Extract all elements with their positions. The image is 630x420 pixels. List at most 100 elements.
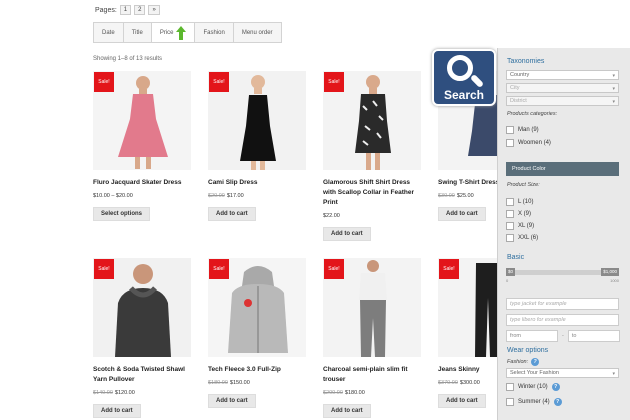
checkbox-label: XXL (6) — [518, 235, 539, 241]
checkbox[interactable] — [506, 398, 514, 406]
current-price: $300.00 — [459, 380, 480, 386]
checkbox-label: L (10) — [518, 199, 534, 205]
size-checkbox-l[interactable]: L (10) — [506, 198, 533, 206]
product-image[interactable]: Sale! — [323, 258, 421, 357]
product-image[interactable]: Sale! — [93, 71, 191, 170]
product-title[interactable]: Fluro Jacquard Skater Dress — [93, 178, 193, 188]
size-checkbox-xxl[interactable]: XXL (6) — [506, 234, 538, 242]
checkbox[interactable] — [506, 198, 514, 206]
product-title[interactable]: Tech Fleece 3.0 Full-Zip — [208, 365, 308, 375]
chevron-down-icon: ▾ — [612, 99, 615, 105]
range-inputs: from - to — [506, 330, 620, 342]
taxonomies-heading: Taxonomies — [507, 58, 545, 65]
select-options-button[interactable]: Select options — [93, 207, 151, 221]
fashion-label-row: Fashion:? — [507, 358, 540, 366]
fashion-select[interactable]: Select Your Fashion ▾ — [506, 368, 619, 378]
current-price: $17.00 — [226, 193, 244, 199]
keyword-input-2[interactable]: type libero for example — [506, 314, 619, 326]
season-checkbox-summer[interactable]: Summer (4)? — [506, 398, 562, 406]
add-to-cart-button[interactable]: Add to cart — [93, 404, 141, 418]
help-icon[interactable]: ? — [553, 398, 562, 406]
old-price: $30.00 — [438, 193, 455, 199]
product-grid: Sale! Fluro Jacquard Skater Dress $10.00… — [93, 71, 503, 420]
fashion-label: Fashion: — [507, 359, 529, 365]
slider-min-handle[interactable]: $0 — [506, 268, 516, 276]
product-title[interactable]: Glamorous Shift Shirt Dress with Scallop… — [323, 178, 423, 208]
select-value: City — [510, 85, 520, 91]
to-input[interactable]: to — [567, 330, 620, 342]
product-title[interactable]: Jeans Skinny — [438, 365, 503, 375]
product-title[interactable]: Swing T-Shirt Dress Wash — [438, 178, 503, 188]
current-price: $10.00 – $20.00 — [93, 193, 133, 199]
sale-badge: Sale! — [324, 259, 344, 279]
chevron-down-icon: ▾ — [612, 73, 615, 79]
sort-tab-fashion[interactable]: Fashion — [195, 23, 234, 42]
product-card: Sale! Scotch & Soda Twisted Shawl Yarn P… — [93, 258, 193, 418]
product-title[interactable]: Cami Slip Dress — [208, 178, 308, 188]
season-checkbox-winter[interactable]: Winter (10)? — [506, 383, 560, 391]
product-color-bar[interactable]: Product Color — [506, 162, 619, 176]
tick-label: 0 — [506, 278, 509, 283]
checkbox[interactable] — [506, 210, 514, 218]
checkbox-label: Summer (4) — [518, 399, 550, 405]
sale-badge: Sale! — [209, 259, 229, 279]
product-price: $10.00 – $20.00 — [93, 193, 193, 199]
next-page-link[interactable]: » — [148, 5, 160, 15]
slider-max-handle[interactable]: $1,000 — [601, 268, 619, 276]
from-input[interactable]: from — [506, 330, 558, 342]
price-slider[interactable]: $0 $1,000 — [506, 268, 619, 276]
sort-tab-label: Title — [131, 29, 143, 36]
sort-tab-menu-order[interactable]: Menu order — [234, 23, 281, 42]
add-to-cart-button[interactable]: Add to cart — [438, 394, 486, 408]
current-price: $25.00 — [456, 193, 474, 199]
select-value: Select Your Fashion — [510, 370, 559, 376]
city-select[interactable]: City ▾ — [506, 83, 619, 93]
add-to-cart-button[interactable]: Add to cart — [323, 404, 371, 418]
product-image[interactable]: Sale! — [208, 71, 306, 170]
size-checkbox-x[interactable]: X (9) — [506, 210, 531, 218]
range-separator: - — [562, 333, 564, 339]
checkbox[interactable] — [506, 234, 514, 242]
page-2-link[interactable]: 2 — [134, 5, 146, 15]
checkbox-label: X (9) — [518, 211, 532, 217]
select-value: District — [510, 98, 527, 104]
pagination-label: Pages: — [95, 6, 117, 14]
product-price: $180.00 $150.00 — [208, 380, 308, 386]
help-icon[interactable]: ? — [531, 358, 540, 366]
product-title[interactable]: Scotch & Soda Twisted Shawl Yarn Pullove… — [93, 365, 193, 385]
category-checkbox-woomen[interactable]: Woomen (4) — [506, 139, 551, 147]
old-price: $370.00 — [438, 380, 458, 386]
add-to-cart-button[interactable]: Add to cart — [438, 207, 486, 221]
product-card: Sale! Glamorous Shift Shirt Dress with S… — [323, 71, 423, 241]
wear-options-heading: Wear options — [507, 347, 549, 354]
sort-tab-title[interactable]: Title — [124, 23, 152, 42]
checkbox[interactable] — [506, 383, 514, 391]
page-1-link[interactable]: 1 — [119, 5, 132, 15]
checkbox[interactable] — [506, 126, 514, 134]
sale-badge: Sale! — [209, 72, 229, 92]
sale-badge: Sale! — [94, 259, 114, 279]
product-image[interactable]: Sale! — [93, 258, 191, 357]
product-image[interactable]: Sale! — [438, 258, 503, 357]
search-button[interactable]: Search — [432, 49, 496, 106]
checkbox[interactable] — [506, 222, 514, 230]
district-select[interactable]: District ▾ — [506, 96, 619, 106]
filter-sidebar: Taxonomies Country ▾ City ▾ District ▾ Prod… — [497, 48, 630, 420]
help-icon[interactable]: ? — [551, 383, 560, 391]
country-select[interactable]: Country ▾ — [506, 70, 619, 80]
checkbox[interactable] — [506, 139, 514, 147]
add-to-cart-button[interactable]: Add to cart — [208, 394, 256, 408]
product-title[interactable]: Charcoal semi-plain slim fit trouser — [323, 365, 423, 385]
sort-tab-date[interactable]: Date — [94, 23, 124, 42]
sort-ascending-arrow-icon — [176, 25, 187, 40]
add-to-cart-button[interactable]: Add to cart — [208, 207, 256, 221]
slider-ticks: 0 1000 — [506, 278, 619, 283]
product-image[interactable]: Sale! — [208, 258, 306, 357]
select-value: Country — [510, 72, 530, 78]
size-checkbox-xl[interactable]: XL (9) — [506, 222, 534, 230]
sort-tab-price[interactable]: Price — [151, 23, 196, 42]
category-checkbox-man[interactable]: Man (9) — [506, 126, 539, 134]
keyword-input[interactable]: type jacket for example — [506, 298, 619, 310]
product-image[interactable]: Sale! — [323, 71, 421, 170]
add-to-cart-button[interactable]: Add to cart — [323, 227, 371, 241]
